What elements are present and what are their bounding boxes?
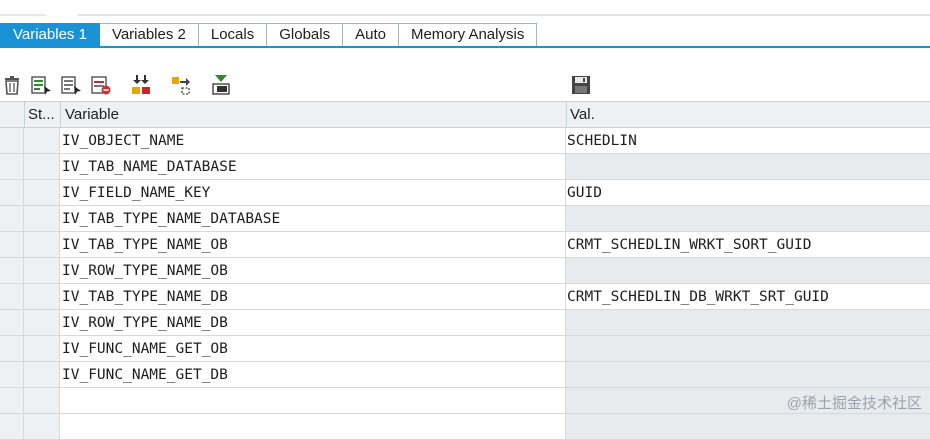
table-row[interactable]: IV_FIELD_NAME_KEY GUID (0, 180, 930, 206)
row-selector[interactable] (0, 388, 24, 414)
tab-bar: Variables 1 Variables 2 Locals Globals A… (0, 23, 538, 47)
table-row[interactable]: IV_TAB_NAME_DATABASE (0, 154, 930, 180)
variable-value-cell[interactable] (566, 258, 930, 284)
variable-value-cell[interactable] (566, 336, 930, 362)
row-selector[interactable] (0, 258, 24, 284)
variable-value-cell[interactable] (566, 154, 930, 180)
variable-value-cell[interactable] (566, 206, 930, 232)
tab-auto[interactable]: Auto (343, 23, 399, 47)
variable-name-cell[interactable]: IV_FUNC_NAME_GET_OB (60, 336, 566, 362)
tab-variables-1[interactable]: Variables 1 (0, 23, 100, 47)
variables-grid: St... Variable Val. IV_OBJECT_NAME SCHED… (0, 101, 930, 440)
row-selector[interactable] (0, 336, 24, 362)
row-selector[interactable] (0, 310, 24, 336)
status-cell (24, 310, 60, 336)
variable-name-cell[interactable]: IV_TAB_TYPE_NAME_DATABASE (60, 206, 566, 232)
table-row[interactable]: IV_TAB_TYPE_NAME_DB CRMT_SCHEDLIN_DB_WRK… (0, 284, 930, 310)
variable-name-cell[interactable]: IV_FIELD_NAME_KEY (60, 180, 566, 206)
status-cell (24, 336, 60, 362)
variable-value-cell[interactable]: CRMT_SCHEDLIN_WRKT_SORT_GUID (566, 232, 930, 258)
variable-value-cell[interactable]: SCHEDLIN (566, 128, 930, 154)
variable-detail-icon[interactable] (30, 74, 52, 96)
variable-name-cell[interactable]: IV_TAB_TYPE_NAME_DB (60, 284, 566, 310)
variable-value-cell[interactable] (566, 362, 930, 388)
tab-memory-analysis[interactable]: Memory Analysis (398, 23, 538, 47)
variable-value-cell[interactable]: GUID (566, 180, 930, 206)
toolbar (0, 74, 930, 98)
table-row[interactable]: IV_FUNC_NAME_GET_OB (0, 336, 930, 362)
tab-variables-2[interactable]: Variables 2 (99, 23, 199, 47)
variable-value-cell[interactable] (566, 310, 930, 336)
tab-underline (0, 46, 930, 48)
row-selector[interactable] (0, 180, 24, 206)
header-value[interactable]: Val. (566, 102, 930, 127)
transfer-icon[interactable] (170, 74, 192, 96)
variable-name-cell[interactable] (60, 388, 566, 414)
header-variable[interactable]: Variable (60, 102, 566, 127)
table-row[interactable] (0, 414, 930, 440)
row-selector[interactable] (0, 284, 24, 310)
status-cell (24, 206, 60, 232)
status-cell (24, 284, 60, 310)
download-icon[interactable] (210, 74, 232, 96)
variable-value-cell[interactable]: CRMT_SCHEDLIN_DB_WRKT_SRT_GUID (566, 284, 930, 310)
variable-edit-icon[interactable] (60, 74, 82, 96)
top-divider-right (78, 14, 930, 16)
watermark: @稀土掘金技术社区 (786, 395, 922, 412)
variable-name-cell[interactable] (60, 414, 566, 440)
status-cell (24, 128, 60, 154)
top-strip (0, 0, 930, 18)
variable-name-cell[interactable]: IV_TAB_TYPE_NAME_OB (60, 232, 566, 258)
trash-icon[interactable] (1, 74, 23, 96)
row-selector[interactable] (0, 232, 24, 258)
status-cell (24, 362, 60, 388)
row-selector[interactable] (0, 362, 24, 388)
table-row[interactable]: IV_TAB_TYPE_NAME_OB CRMT_SCHEDLIN_WRKT_S… (0, 232, 930, 258)
header-status[interactable]: St... (24, 102, 60, 127)
table-row[interactable]: IV_TAB_TYPE_NAME_DATABASE (0, 206, 930, 232)
variable-name-cell[interactable]: IV_TAB_NAME_DATABASE (60, 154, 566, 180)
status-cell (24, 180, 60, 206)
status-cell (24, 414, 60, 440)
merge-icon[interactable] (130, 74, 152, 96)
row-selector[interactable] (0, 128, 24, 154)
delete-row-icon[interactable] (90, 74, 112, 96)
table-row[interactable]: IV_OBJECT_NAME SCHEDLIN (0, 128, 930, 154)
variable-name-cell[interactable]: IV_ROW_TYPE_NAME_DB (60, 310, 566, 336)
table-row[interactable]: IV_ROW_TYPE_NAME_OB (0, 258, 930, 284)
save-icon[interactable] (570, 74, 592, 96)
status-cell (24, 388, 60, 414)
top-divider-left (0, 14, 46, 16)
tab-globals[interactable]: Globals (267, 23, 344, 47)
row-selector[interactable] (0, 206, 24, 232)
variable-name-cell[interactable]: IV_OBJECT_NAME (60, 128, 566, 154)
tab-locals[interactable]: Locals (198, 23, 268, 47)
grid-header: St... Variable Val. (0, 101, 930, 128)
row-selector[interactable] (0, 414, 24, 440)
table-row[interactable]: IV_ROW_TYPE_NAME_DB (0, 310, 930, 336)
row-selector-header[interactable] (0, 102, 24, 127)
status-cell (24, 258, 60, 284)
variable-value-cell[interactable] (566, 414, 930, 440)
variable-name-cell[interactable]: IV_ROW_TYPE_NAME_OB (60, 258, 566, 284)
status-cell (24, 154, 60, 180)
table-row[interactable]: IV_FUNC_NAME_GET_DB (0, 362, 930, 388)
status-cell (24, 232, 60, 258)
row-selector[interactable] (0, 154, 24, 180)
variable-name-cell[interactable]: IV_FUNC_NAME_GET_DB (60, 362, 566, 388)
